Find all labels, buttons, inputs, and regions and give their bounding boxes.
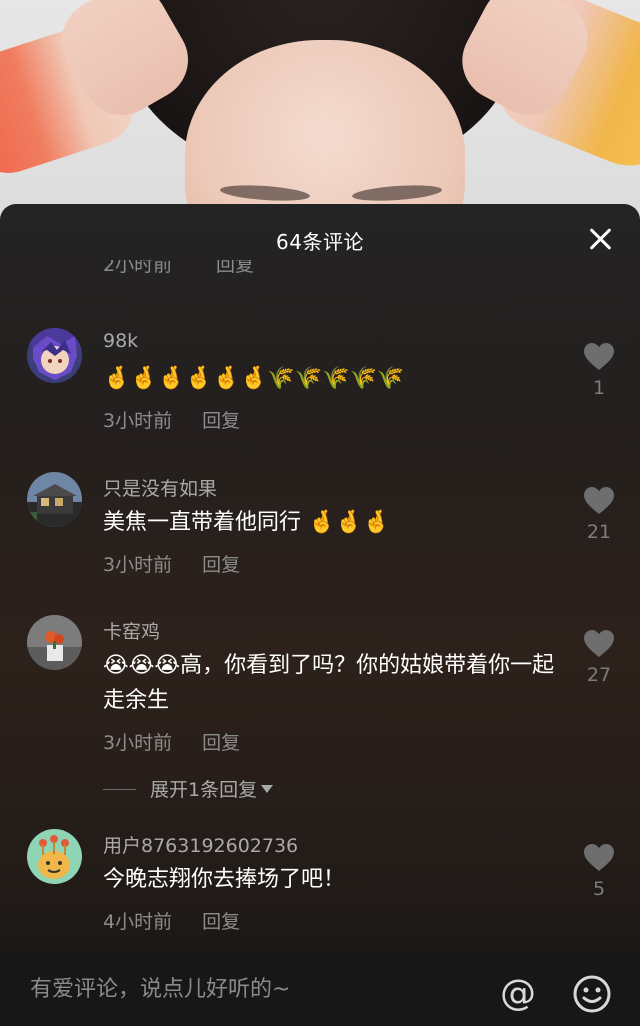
comment-text: 今晚志翔你去捧场了吧！ xyxy=(103,862,563,897)
comment-time: 4小时前 xyxy=(103,911,173,933)
comment-username[interactable]: 98k xyxy=(103,330,138,352)
comment-meta: 3小时前 回复 xyxy=(103,550,240,577)
comment-text-body: 美焦一直带着他同行 xyxy=(103,510,302,535)
comment-text: 🤞🤞🤞🤞🤞🤞🌾🌾🌾🌾🌾 xyxy=(103,361,563,396)
like-count: 21 xyxy=(586,521,612,543)
avatar[interactable] xyxy=(27,328,82,383)
comment-username[interactable]: 用户8763192602736 xyxy=(103,831,298,858)
comment-meta: 4小时前 回复 xyxy=(103,907,240,934)
avatar[interactable] xyxy=(27,615,82,670)
comment-username[interactable]: 只是没有如果 xyxy=(103,474,217,501)
comment-time: 2小时前 xyxy=(103,260,173,276)
comment-meta: 3小时前 回复 xyxy=(103,728,240,755)
comment-emoji-suffix: 🤞🤞🤞 xyxy=(308,510,391,535)
comment-input[interactable] xyxy=(0,952,470,1026)
comments-sheet: 64条评论 2小时前 回复 98k 🤞🤞🤞🤞🤞🤞🌾🌾🌾🌾🌾 3小时前 回复 1 … xyxy=(0,204,640,1026)
comment-time: 3小时前 xyxy=(103,732,173,754)
avatar[interactable] xyxy=(27,472,82,527)
like-count: 5 xyxy=(592,878,606,900)
clipped-comment-meta: 2小时前 回复 xyxy=(103,260,403,286)
reply-button[interactable]: 回复 xyxy=(202,554,240,576)
video-background[interactable] xyxy=(0,0,640,230)
comment-meta: 3小时前 回复 xyxy=(103,406,240,433)
reply-button[interactable]: 回复 xyxy=(216,260,254,277)
reply-button[interactable]: 回复 xyxy=(202,732,240,754)
heart-icon xyxy=(584,844,614,871)
comment-text-body: 今晚志翔你去捧场了吧！ xyxy=(103,867,346,892)
heart-icon xyxy=(584,487,614,514)
expand-divider-line xyxy=(103,789,136,790)
avatar[interactable] xyxy=(27,829,82,884)
like-button[interactable]: 1 xyxy=(578,342,620,399)
close-icon[interactable] xyxy=(588,226,614,252)
like-button[interactable]: 5 xyxy=(578,843,620,900)
comment-text: 😭😭😭高，你看到了吗？你的姑娘带着你一起走余生 xyxy=(103,648,563,718)
heart-icon xyxy=(584,630,614,657)
like-count: 1 xyxy=(592,377,606,399)
emoji-face-icon[interactable] xyxy=(572,974,612,1014)
comment-text: 美焦一直带着他同行 🤞🤞🤞 xyxy=(103,505,563,540)
comment-username[interactable]: 卡窑鸡 xyxy=(103,617,160,644)
like-button[interactable]: 27 xyxy=(578,629,620,686)
like-count: 27 xyxy=(586,664,612,686)
expand-replies-button[interactable]: 展开1条回复 xyxy=(103,775,274,802)
reply-button[interactable]: 回复 xyxy=(202,410,240,432)
expand-replies-label: 展开1条回复 xyxy=(150,779,258,801)
heart-icon xyxy=(584,343,614,370)
reply-button[interactable]: 回复 xyxy=(202,911,240,933)
like-button[interactable]: 21 xyxy=(578,486,620,543)
comments-count-title: 64条评论 xyxy=(276,230,364,254)
at-icon[interactable]: @ xyxy=(498,974,538,1014)
comment-emoji-prefix: 😭😭😭 xyxy=(103,653,181,678)
comment-input-bar: @ xyxy=(0,952,640,1026)
comment-time: 3小时前 xyxy=(103,554,173,576)
comment-emoji-line: 🤞🤞🤞🤞🤞🤞🌾🌾🌾🌾🌾 xyxy=(103,366,405,391)
comment-time: 3小时前 xyxy=(103,410,173,432)
triangle-down-icon xyxy=(261,785,274,793)
